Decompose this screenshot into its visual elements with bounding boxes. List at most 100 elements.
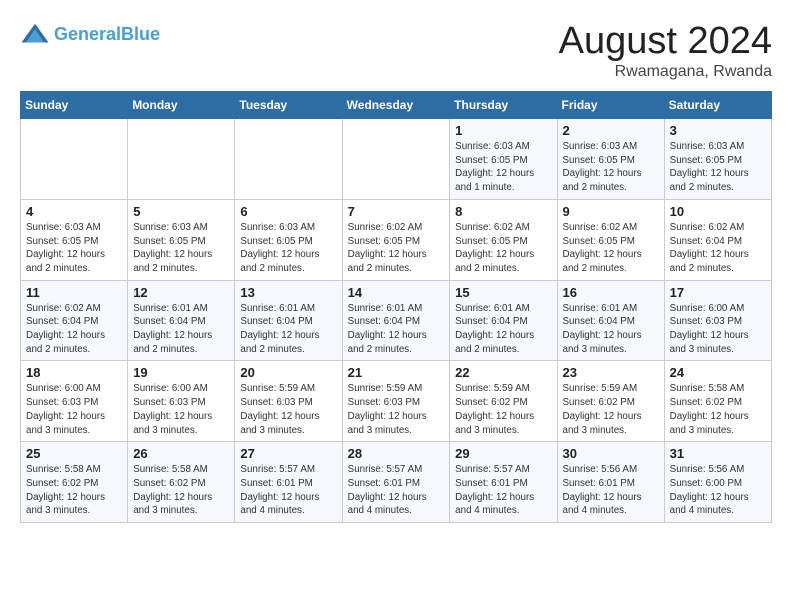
calendar-cell: 20 Sunrise: 5:59 AM Sunset: 6:03 PM Dayli… (235, 361, 342, 442)
day-info: Sunrise: 5:59 AM Sunset: 6:02 PM Dayligh… (455, 382, 551, 437)
calendar-week-row: 18 Sunrise: 6:00 AM Sunset: 6:03 PM Dayli… (21, 361, 772, 442)
day-info: Sunrise: 5:59 AM Sunset: 6:03 PM Dayligh… (348, 382, 445, 437)
calendar-cell: 24 Sunrise: 5:58 AM Sunset: 6:02 PM Dayli… (664, 361, 771, 442)
day-number: 25 (26, 446, 122, 461)
calendar-week-row: 4 Sunrise: 6:03 AM Sunset: 6:05 PM Daylig… (21, 199, 772, 280)
weekday-header-cell: Monday (128, 92, 235, 119)
day-info: Sunrise: 5:58 AM Sunset: 6:02 PM Dayligh… (670, 382, 766, 437)
calendar-cell: 6Sunrise: 6:03 AM Sunset: 6:05 PM Daylig… (235, 199, 342, 280)
page-header: GeneralBlue August 2024 Rwamagana, Rwand… (20, 20, 772, 81)
day-number: 18 (26, 365, 122, 380)
calendar-cell: 2Sunrise: 6:03 AM Sunset: 6:05 PM Daylig… (557, 119, 664, 200)
day-info: Sunrise: 5:58 AM Sunset: 6:02 PM Dayligh… (133, 463, 229, 518)
logo-icon (20, 20, 50, 50)
weekday-header-cell: Saturday (664, 92, 771, 119)
day-number: 16 (563, 285, 659, 300)
day-number: 10 (670, 204, 766, 219)
calendar-cell: 15 Sunrise: 6:01 AM Sunset: 6:04 PM Dayli… (450, 280, 557, 361)
calendar-cell: 17 Sunrise: 6:00 AM Sunset: 6:03 PM Dayli… (664, 280, 771, 361)
weekday-header-cell: Thursday (450, 92, 557, 119)
day-number: 13 (240, 285, 336, 300)
day-number: 17 (670, 285, 766, 300)
calendar-cell: 10Sunrise: 6:02 AM Sunset: 6:04 PM Dayli… (664, 199, 771, 280)
day-info: Sunrise: 6:03 AM Sunset: 6:05 PM Dayligh… (563, 140, 659, 195)
calendar-cell: 11 Sunrise: 6:02 AM Sunset: 6:04 PM Dayli… (21, 280, 128, 361)
day-info: Sunrise: 6:01 AM Sunset: 6:04 PM Dayligh… (133, 302, 229, 357)
day-info: Sunrise: 6:01 AM Sunset: 6:04 PM Dayligh… (455, 302, 551, 357)
calendar-cell: 7Sunrise: 6:02 AM Sunset: 6:05 PM Daylig… (342, 199, 450, 280)
calendar-cell: 18 Sunrise: 6:00 AM Sunset: 6:03 PM Dayli… (21, 361, 128, 442)
calendar-cell: 25 Sunrise: 5:58 AM Sunset: 6:02 PM Dayli… (21, 442, 128, 523)
calendar-cell (21, 119, 128, 200)
day-info: Sunrise: 6:00 AM Sunset: 6:03 PM Dayligh… (133, 382, 229, 437)
day-number: 8 (455, 204, 551, 219)
day-info: Sunrise: 5:59 AM Sunset: 6:03 PM Dayligh… (240, 382, 336, 437)
weekday-header-cell: Tuesday (235, 92, 342, 119)
calendar-cell: 9Sunrise: 6:02 AM Sunset: 6:05 PM Daylig… (557, 199, 664, 280)
calendar-cell: 29Sunrise: 5:57 AM Sunset: 6:01 PM Dayli… (450, 442, 557, 523)
month-title: August 2024 (559, 20, 772, 63)
calendar-cell: 14 Sunrise: 6:01 AM Sunset: 6:04 PM Dayli… (342, 280, 450, 361)
weekday-header-cell: Wednesday (342, 92, 450, 119)
day-info: Sunrise: 6:03 AM Sunset: 6:05 PM Dayligh… (240, 221, 336, 276)
day-info: Sunrise: 6:01 AM Sunset: 6:04 PM Dayligh… (563, 302, 659, 357)
day-info: Sunrise: 5:59 AM Sunset: 6:02 PM Dayligh… (563, 382, 659, 437)
day-number: 24 (670, 365, 766, 380)
calendar-cell: 5 Sunrise: 6:03 AM Sunset: 6:05 PM Daylig… (128, 199, 235, 280)
day-number: 4 (26, 204, 122, 219)
calendar-cell (128, 119, 235, 200)
day-info: Sunrise: 6:03 AM Sunset: 6:05 PM Dayligh… (26, 221, 122, 276)
calendar-cell: 19 Sunrise: 6:00 AM Sunset: 6:03 PM Dayli… (128, 361, 235, 442)
calendar-cell: 31 Sunrise: 5:56 AM Sunset: 6:00 PM Dayli… (664, 442, 771, 523)
calendar-cell: 27Sunrise: 5:57 AM Sunset: 6:01 PM Dayli… (235, 442, 342, 523)
day-info: Sunrise: 6:01 AM Sunset: 6:04 PM Dayligh… (240, 302, 336, 357)
day-number: 14 (348, 285, 445, 300)
day-number: 28 (348, 446, 445, 461)
calendar-cell: 12 Sunrise: 6:01 AM Sunset: 6:04 PM Dayli… (128, 280, 235, 361)
day-number: 23 (563, 365, 659, 380)
day-info: Sunrise: 6:02 AM Sunset: 6:05 PM Dayligh… (563, 221, 659, 276)
day-info: Sunrise: 6:02 AM Sunset: 6:04 PM Dayligh… (26, 302, 122, 357)
day-info: Sunrise: 6:00 AM Sunset: 6:03 PM Dayligh… (26, 382, 122, 437)
day-number: 20 (240, 365, 336, 380)
calendar-week-row: 25 Sunrise: 5:58 AM Sunset: 6:02 PM Dayli… (21, 442, 772, 523)
day-info: Sunrise: 5:57 AM Sunset: 6:01 PM Dayligh… (348, 463, 445, 518)
day-info: Sunrise: 5:57 AM Sunset: 6:01 PM Dayligh… (455, 463, 551, 518)
title-block: August 2024 Rwamagana, Rwanda (559, 20, 772, 81)
calendar-cell: 30Sunrise: 5:56 AM Sunset: 6:01 PM Dayli… (557, 442, 664, 523)
day-number: 26 (133, 446, 229, 461)
calendar-cell: 21 Sunrise: 5:59 AM Sunset: 6:03 PM Dayli… (342, 361, 450, 442)
logo-text: GeneralBlue (54, 25, 160, 45)
day-number: 22 (455, 365, 551, 380)
day-number: 19 (133, 365, 229, 380)
weekday-header-row: SundayMondayTuesdayWednesdayThursdayFrid… (21, 92, 772, 119)
day-number: 11 (26, 285, 122, 300)
calendar-cell: 26 Sunrise: 5:58 AM Sunset: 6:02 PM Dayli… (128, 442, 235, 523)
weekday-header-cell: Sunday (21, 92, 128, 119)
calendar-cell: 4 Sunrise: 6:03 AM Sunset: 6:05 PM Daylig… (21, 199, 128, 280)
day-number: 31 (670, 446, 766, 461)
day-info: Sunrise: 6:03 AM Sunset: 6:05 PM Dayligh… (670, 140, 766, 195)
day-number: 15 (455, 285, 551, 300)
day-info: Sunrise: 5:56 AM Sunset: 6:00 PM Dayligh… (670, 463, 766, 518)
day-info: Sunrise: 6:00 AM Sunset: 6:03 PM Dayligh… (670, 302, 766, 357)
calendar-cell: 16 Sunrise: 6:01 AM Sunset: 6:04 PM Dayli… (557, 280, 664, 361)
day-info: Sunrise: 6:03 AM Sunset: 6:05 PM Dayligh… (455, 140, 551, 195)
calendar-cell: 8 Sunrise: 6:02 AM Sunset: 6:05 PM Daylig… (450, 199, 557, 280)
calendar-cell: 1 Sunrise: 6:03 AM Sunset: 6:05 PM Daylig… (450, 119, 557, 200)
calendar-cell: 3Sunrise: 6:03 AM Sunset: 6:05 PM Daylig… (664, 119, 771, 200)
calendar-table: SundayMondayTuesdayWednesdayThursdayFrid… (20, 91, 772, 523)
day-number: 12 (133, 285, 229, 300)
day-info: Sunrise: 6:01 AM Sunset: 6:04 PM Dayligh… (348, 302, 445, 357)
day-info: Sunrise: 5:56 AM Sunset: 6:01 PM Dayligh… (563, 463, 659, 518)
day-info: Sunrise: 6:03 AM Sunset: 6:05 PM Dayligh… (133, 221, 229, 276)
day-info: Sunrise: 6:02 AM Sunset: 6:05 PM Dayligh… (348, 221, 445, 276)
calendar-body: 1 Sunrise: 6:03 AM Sunset: 6:05 PM Daylig… (21, 119, 772, 523)
day-number: 5 (133, 204, 229, 219)
day-number: 21 (348, 365, 445, 380)
day-number: 27 (240, 446, 336, 461)
day-info: Sunrise: 6:02 AM Sunset: 6:05 PM Dayligh… (455, 221, 551, 276)
day-info: Sunrise: 5:58 AM Sunset: 6:02 PM Dayligh… (26, 463, 122, 518)
logo: GeneralBlue (20, 20, 160, 50)
day-number: 1 (455, 123, 551, 138)
